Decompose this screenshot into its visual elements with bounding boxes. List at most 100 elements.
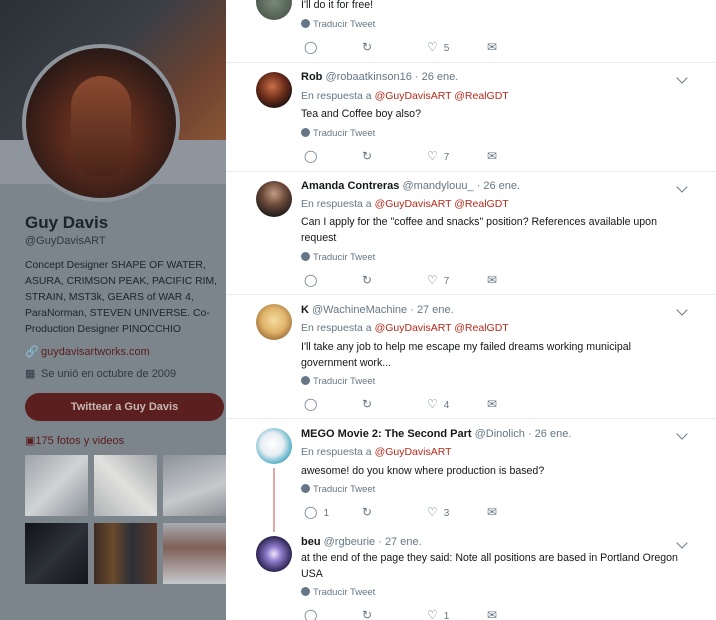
like-button[interactable]: ♡ 7	[427, 149, 449, 163]
message-icon[interactable]: ✉	[487, 273, 497, 287]
tweet-date[interactable]: · 26 ene.	[477, 180, 520, 192]
reply-to-users[interactable]: @GuyDavisART	[375, 446, 452, 458]
media-thumb[interactable]	[25, 455, 88, 516]
translate-tweet-link[interactable]: Traducir Tweet	[301, 252, 375, 263]
tweet-header: K @WachineMachine · 27 ene.	[301, 304, 454, 316]
author-name[interactable]: K	[301, 304, 309, 316]
profile-bio: Concept Designer SHAPE OF WATER, ASURA, …	[25, 260, 218, 335]
tweet-date[interactable]: · 26 ene.	[528, 428, 571, 440]
reply-icon[interactable]: ◯	[304, 149, 317, 163]
tweet-item[interactable]: MEGO Movie 2: The Second Part @Dinolich …	[226, 418, 716, 530]
like-button[interactable]: ♡ 1	[427, 608, 449, 620]
translate-tweet-link[interactable]: Traducir Tweet	[301, 484, 375, 495]
tweet-item[interactable]: Rob @robaatkinson16 · 26 ene. En respues…	[226, 62, 716, 172]
reply-to-users[interactable]: @GuyDavisART @RealGDT	[375, 90, 509, 102]
author-handle[interactable]: @Dinolich	[475, 428, 525, 440]
avatar[interactable]	[256, 0, 292, 20]
like-count: 7	[443, 276, 450, 287]
retweet-icon[interactable]: ↻	[362, 397, 372, 411]
retweet-icon[interactable]: ↻	[362, 273, 372, 287]
retweet-icon[interactable]: ↻	[362, 40, 372, 54]
author-handle[interactable]: @rgbeurie	[324, 536, 376, 548]
chevron-down-icon[interactable]	[676, 72, 688, 84]
message-icon[interactable]: ✉	[487, 608, 497, 620]
like-button[interactable]: ♡ 7	[427, 273, 449, 287]
translate-label[interactable]: Traducir Tweet	[313, 587, 375, 598]
author-name[interactable]: MEGO Movie 2: The Second Part	[301, 428, 472, 440]
retweet-icon[interactable]: ↻	[362, 149, 372, 163]
tweet-header: MEGO Movie 2: The Second Part @Dinolich …	[301, 428, 571, 440]
profile-name[interactable]: Guy Davis	[25, 213, 108, 233]
profile-media-label[interactable]: 175 fotos y videos	[35, 435, 124, 447]
author-name[interactable]: beu	[301, 536, 321, 548]
translate-label[interactable]: Traducir Tweet	[313, 376, 375, 387]
chevron-down-icon[interactable]	[676, 304, 688, 316]
tweet-item[interactable]: Amanda Contreras @mandylouu_ · 26 ene. E…	[226, 171, 716, 295]
heart-icon: ♡	[427, 273, 438, 287]
reply-to-users[interactable]: @GuyDavisART @RealGDT	[375, 322, 509, 334]
reply-context: En respuesta a @GuyDavisART @RealGDT	[301, 90, 509, 102]
media-thumb[interactable]	[94, 455, 157, 516]
translate-tweet-link[interactable]: Traducir Tweet	[301, 128, 375, 139]
like-button[interactable]: ♡ 3	[427, 505, 449, 519]
reply-icon[interactable]: ◯	[304, 273, 317, 287]
author-handle[interactable]: @WachineMachine	[312, 304, 407, 316]
tweet-actions: ◯ ↻ ♡ 4 ✉	[301, 397, 601, 413]
media-thumb[interactable]	[25, 523, 88, 584]
reply-context: En respuesta a @GuyDavisART	[301, 446, 452, 458]
avatar[interactable]	[256, 181, 292, 217]
like-button[interactable]: ♡ 5	[427, 40, 449, 54]
message-icon[interactable]: ✉	[487, 397, 497, 411]
profile-website-text[interactable]: guydavisartworks.com	[41, 346, 150, 358]
media-thumb[interactable]	[94, 523, 157, 584]
reply-to-users[interactable]: @GuyDavisART @RealGDT	[375, 198, 509, 210]
message-icon[interactable]: ✉	[487, 505, 497, 519]
tweet-item[interactable]: K @WachineMachine · 27 ene. En respuesta…	[226, 294, 716, 419]
retweet-icon[interactable]: ↻	[362, 608, 372, 620]
translate-tweet-link[interactable]: Traducir Tweet	[301, 376, 375, 387]
profile-handle[interactable]: @GuyDavisART	[25, 235, 106, 247]
chevron-down-icon[interactable]	[676, 428, 688, 440]
message-icon[interactable]: ✉	[487, 40, 497, 54]
reply-icon[interactable]: ◯	[304, 608, 317, 620]
author-name[interactable]: Amanda Contreras	[301, 180, 399, 192]
like-button[interactable]: ♡ 4	[427, 397, 449, 411]
translate-label[interactable]: Traducir Tweet	[313, 484, 375, 495]
avatar[interactable]	[256, 72, 292, 108]
tweet-item[interactable]: beu @rgbeurie · 27 ene. at the end of th…	[226, 530, 716, 620]
media-thumb[interactable]	[163, 523, 226, 584]
media-thumb[interactable]	[163, 455, 226, 516]
avatar[interactable]	[256, 536, 292, 572]
translate-tweet-link[interactable]: Traducir Tweet	[301, 19, 375, 30]
reply-icon[interactable]: ◯	[304, 397, 317, 411]
reply-icon[interactable]: ◯	[304, 40, 317, 54]
profile-website[interactable]: 🔗 guydavisartworks.com	[25, 345, 150, 358]
author-handle[interactable]: @mandylouu_	[402, 180, 473, 192]
like-count: 3	[443, 508, 450, 519]
avatar[interactable]	[256, 428, 292, 464]
profile-media-link[interactable]: ▣175 fotos y videos	[25, 434, 124, 447]
tweet-item[interactable]: I'll do it for free! Traducir Tweet ◯ ↻ …	[226, 0, 716, 63]
tweet-date[interactable]: · 27 ene.	[410, 304, 453, 316]
translate-label[interactable]: Traducir Tweet	[313, 19, 375, 30]
globe-icon	[301, 484, 310, 493]
heart-icon: ♡	[427, 397, 438, 411]
translate-label[interactable]: Traducir Tweet	[313, 252, 375, 263]
author-handle[interactable]: @robaatkinson16	[325, 71, 411, 83]
profile-avatar[interactable]	[22, 44, 180, 202]
chevron-down-icon[interactable]	[676, 181, 688, 193]
calendar-icon: ▦	[25, 368, 36, 380]
tweet-date[interactable]: · 26 ene.	[415, 71, 458, 83]
chevron-down-icon[interactable]	[676, 537, 688, 549]
tweet-date[interactable]: · 27 ene.	[378, 536, 421, 548]
tweet-to-button[interactable]: Twittear a Guy Davis	[25, 393, 224, 421]
image-icon: ▣	[25, 435, 36, 447]
message-icon[interactable]: ✉	[487, 149, 497, 163]
author-name[interactable]: Rob	[301, 71, 322, 83]
retweet-icon[interactable]: ↻	[362, 505, 372, 519]
avatar[interactable]	[256, 304, 292, 340]
reply-button[interactable]: ◯ 1	[304, 505, 329, 519]
translate-label[interactable]: Traducir Tweet	[313, 128, 375, 139]
translate-tweet-link[interactable]: Traducir Tweet	[301, 587, 375, 598]
like-count: 5	[443, 43, 450, 54]
